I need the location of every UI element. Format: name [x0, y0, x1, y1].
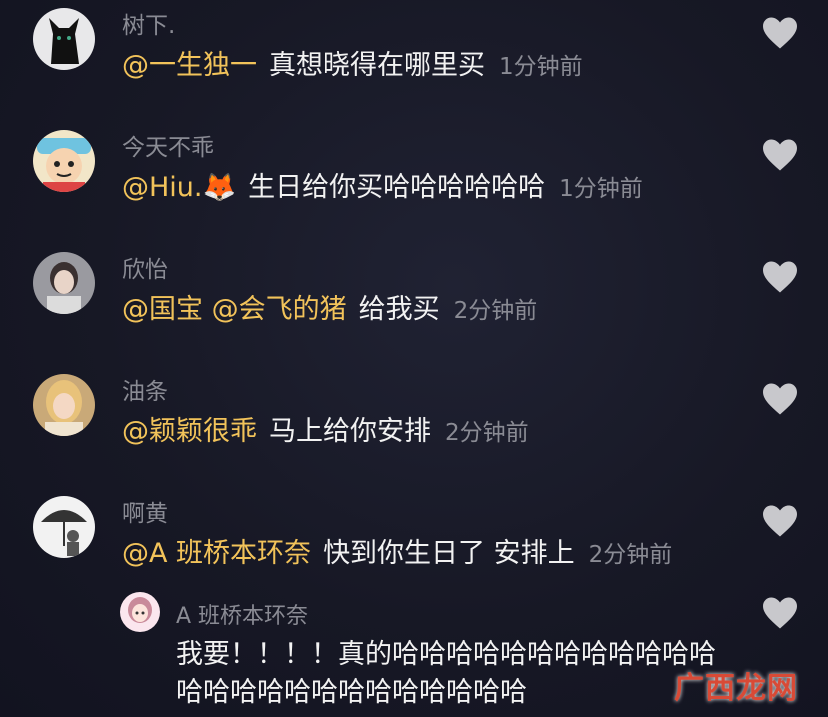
- umbrella-avatar-icon: [33, 496, 95, 558]
- blonde-girl-avatar-icon: [33, 374, 95, 436]
- timestamp: 2分钟前: [588, 542, 673, 568]
- username[interactable]: 油条: [122, 372, 168, 406]
- mention-link[interactable]: @Hiu.🦊: [122, 172, 236, 203]
- username[interactable]: 欣怡: [122, 250, 168, 284]
- heart-icon: [763, 17, 797, 49]
- avatar[interactable]: [33, 374, 95, 436]
- avatar[interactable]: [120, 592, 160, 632]
- like-button[interactable]: [761, 596, 799, 630]
- username[interactable]: A 班桥本环奈: [176, 598, 308, 630]
- mention-link[interactable]: @颖颖很乖: [122, 416, 257, 447]
- comment-item[interactable]: 油条 @颖颖很乖 马上给你安排 2分钟前: [0, 370, 828, 490]
- like-button[interactable]: [761, 138, 799, 172]
- girl-photo-avatar-icon: [33, 252, 95, 314]
- like-button[interactable]: [761, 382, 799, 416]
- comment-text: 给我买: [358, 294, 440, 325]
- comment-text: 生日给你买哈哈哈哈哈哈: [248, 172, 546, 203]
- comment-item[interactable]: 树下. @一生独一 真想晓得在哪里买 1分钟前: [0, 4, 828, 124]
- mention-link[interactable]: @A 班桥本环奈: [122, 538, 311, 569]
- comment-text: 真想晓得在哪里买: [269, 50, 485, 81]
- timestamp: 2分钟前: [453, 298, 538, 324]
- heart-icon: [763, 597, 797, 629]
- anime-girl-avatar-icon: [120, 592, 160, 632]
- avatar[interactable]: [33, 252, 95, 314]
- comment-body: @A 班桥本环奈 快到你生日了 安排上 2分钟前: [122, 536, 672, 573]
- heart-icon: [763, 505, 797, 537]
- comment-body: @颖颖很乖 马上给你安排 2分钟前: [122, 414, 529, 451]
- cartoon-boy-avatar-icon: [33, 130, 95, 192]
- heart-icon: [763, 139, 797, 171]
- black-cat-avatar-icon: [33, 8, 95, 70]
- heart-icon: [763, 261, 797, 293]
- avatar[interactable]: [33, 496, 95, 558]
- like-button[interactable]: [761, 504, 799, 538]
- reply-text: 我要！！！！真的哈哈哈哈哈哈哈哈哈哈哈哈哈哈哈哈哈哈哈哈哈哈哈哈哈: [176, 639, 716, 708]
- timestamp: 1分钟前: [559, 176, 643, 202]
- watermark: 广西龙网: [674, 671, 798, 706]
- avatar[interactable]: [33, 8, 95, 70]
- comment-text: 马上给你安排: [269, 416, 431, 447]
- comment-body: @一生独一 真想晓得在哪里买 1分钟前: [122, 48, 583, 85]
- mention-link[interactable]: @国宝 @会飞的猪: [122, 294, 347, 325]
- avatar[interactable]: [33, 130, 95, 192]
- comment-text: 快到你生日了 安排上: [323, 538, 575, 569]
- username[interactable]: 树下.: [122, 6, 175, 40]
- comment-item[interactable]: 今天不乖 @Hiu.🦊 生日给你买哈哈哈哈哈哈 1分钟前: [0, 126, 828, 246]
- mention-link[interactable]: @一生独一: [122, 50, 257, 81]
- timestamp: 1分钟前: [499, 54, 583, 80]
- like-button[interactable]: [761, 16, 799, 50]
- username[interactable]: 啊黄: [122, 494, 168, 528]
- username[interactable]: 今天不乖: [122, 128, 214, 162]
- heart-icon: [763, 383, 797, 415]
- comment-item[interactable]: 欣怡 @国宝 @会飞的猪 给我买 2分钟前: [0, 248, 828, 368]
- timestamp: 2分钟前: [445, 420, 529, 446]
- comment-body: @国宝 @会飞的猪 给我买 2分钟前: [122, 292, 537, 329]
- comment-body: @Hiu.🦊 生日给你买哈哈哈哈哈哈 1分钟前: [122, 170, 643, 207]
- like-button[interactable]: [761, 260, 799, 294]
